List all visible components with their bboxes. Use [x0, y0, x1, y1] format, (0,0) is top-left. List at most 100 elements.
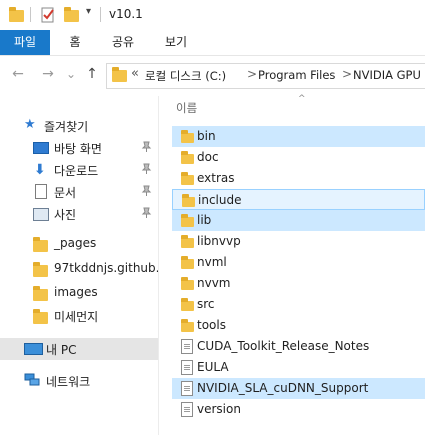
nav-label: 다운로드 — [54, 164, 99, 178]
file-row[interactable]: nvvm — [172, 273, 425, 294]
file-row[interactable]: include — [172, 189, 425, 210]
folder-icon — [181, 130, 194, 143]
nav-label: 즐겨찾기 — [44, 120, 89, 134]
file-name: EULA — [197, 360, 229, 374]
download-icon: ⬇ — [34, 162, 46, 178]
divider — [100, 7, 101, 22]
nav-documents[interactable]: 문서 — [0, 181, 158, 203]
folder-icon — [9, 7, 24, 22]
nav-folder-github-io[interactable]: 97tkddnjs.github.io — [0, 258, 170, 280]
nav-label: 97tkddnjs.github.io — [54, 261, 171, 275]
nav-label: 네트워크 — [46, 375, 91, 389]
ribbon-tabs: 파일 홈 공유 보기 — [0, 30, 425, 56]
nav-desktop[interactable]: 바탕 화면 — [0, 137, 158, 159]
customize-quick-access-icon[interactable]: ▾ — [86, 6, 91, 17]
file-row[interactable]: CUDA_Toolkit_Release_Notes — [172, 336, 425, 357]
crumb-local-disk[interactable]: 로컬 디스크 (C:) — [145, 68, 226, 84]
recent-locations-button[interactable]: ⌄ — [64, 64, 78, 84]
file-name: doc — [197, 150, 219, 164]
folder-icon — [181, 319, 194, 332]
sort-ascending-icon: ^ — [298, 94, 306, 104]
folder-icon — [33, 286, 48, 301]
pin-icon[interactable] — [141, 207, 152, 221]
folder-icon — [181, 277, 194, 290]
file-row[interactable]: lib — [172, 210, 425, 231]
folder-icon — [181, 298, 194, 311]
file-row[interactable]: version — [172, 399, 425, 420]
nav-label: 내 PC — [46, 343, 77, 357]
file-name: libnvvp — [197, 234, 241, 248]
file-row[interactable]: doc — [172, 147, 425, 168]
folder-icon — [181, 172, 194, 185]
crumb-nvidia-gpu[interactable]: NVIDIA GPU C — [353, 68, 425, 82]
tab-view[interactable]: 보기 — [158, 30, 194, 55]
pane-splitter[interactable] — [158, 96, 159, 435]
file-icon — [181, 339, 193, 354]
file-name: bin — [197, 129, 216, 143]
file-row[interactable]: nvml — [172, 252, 425, 273]
pin-icon[interactable] — [141, 185, 152, 199]
column-header-name[interactable]: 이름 — [176, 100, 197, 116]
address-bar[interactable]: « 로컬 디스크 (C:) > Program Files > NVIDIA G… — [106, 63, 425, 89]
tab-file[interactable]: 파일 — [0, 30, 50, 55]
file-name: include — [198, 193, 242, 207]
crumb-program-files[interactable]: Program Files — [258, 68, 335, 82]
document-icon — [35, 184, 47, 199]
nav-label: 사진 — [54, 208, 77, 222]
crumb-separator[interactable]: > — [342, 67, 352, 81]
file-row[interactable]: EULA — [172, 357, 425, 378]
file-name: lib — [197, 213, 212, 227]
nav-network[interactable]: 네트워크 — [0, 370, 158, 392]
folder-icon — [33, 262, 48, 277]
pc-icon — [24, 343, 43, 355]
properties-icon[interactable] — [40, 7, 56, 23]
folder-icon — [33, 237, 48, 252]
nav-label: 바탕 화면 — [54, 142, 102, 156]
file-name: src — [197, 297, 215, 311]
folder-icon — [182, 194, 195, 207]
nav-label: _pages — [54, 236, 97, 250]
file-name: version — [197, 402, 241, 416]
overflow-crumb[interactable]: « — [131, 66, 139, 81]
nav-label: images — [54, 285, 98, 299]
file-name: nvvm — [197, 276, 231, 290]
nav-this-pc[interactable]: 내 PC — [0, 338, 158, 360]
desktop-icon — [33, 142, 49, 154]
folder-icon — [33, 309, 48, 324]
file-name: extras — [197, 171, 235, 185]
pin-icon[interactable] — [141, 141, 152, 155]
back-button[interactable]: ← — [8, 64, 28, 84]
file-row[interactable]: src — [172, 294, 425, 315]
new-folder-icon[interactable] — [64, 7, 79, 22]
navigation-pane: ★ 즐겨찾기 바탕 화면 ⬇ 다운로드 문서 사진 _pages 97tkddn… — [0, 96, 170, 435]
window-title: v10.1 — [109, 7, 143, 21]
divider — [30, 7, 31, 22]
folder-icon — [181, 256, 194, 269]
title-bar: ▾ v10.1 — [0, 0, 425, 30]
file-icon — [181, 381, 193, 396]
tab-share[interactable]: 공유 — [105, 30, 141, 55]
file-row[interactable]: libnvvp — [172, 231, 425, 252]
star-icon: ★ — [24, 117, 36, 132]
pin-icon[interactable] — [141, 163, 152, 177]
file-name: NVIDIA_SLA_cuDNN_Support — [197, 381, 369, 395]
nav-downloads[interactable]: ⬇ 다운로드 — [0, 159, 158, 181]
up-button[interactable]: ↑ — [82, 64, 102, 84]
folder-icon — [112, 67, 127, 82]
file-icon — [181, 360, 193, 375]
file-row[interactable]: extras — [172, 168, 425, 189]
nav-folder-pages[interactable]: _pages — [0, 233, 158, 255]
crumb-separator[interactable]: > — [247, 67, 257, 81]
file-row[interactable]: bin — [172, 126, 425, 147]
file-row[interactable]: tools — [172, 315, 425, 336]
nav-label: 미세먼지 — [54, 310, 99, 324]
file-row[interactable]: NVIDIA_SLA_cuDNN_Support — [172, 378, 425, 399]
nav-label: 문서 — [54, 186, 77, 200]
nav-folder-images[interactable]: images — [0, 282, 158, 304]
nav-quick-access[interactable]: ★ 즐겨찾기 — [0, 115, 158, 137]
nav-pictures[interactable]: 사진 — [0, 203, 158, 225]
nav-folder-dust[interactable]: 미세먼지 — [0, 305, 158, 327]
forward-button[interactable]: → — [38, 64, 58, 84]
tab-home[interactable]: 홈 — [60, 30, 90, 55]
network-icon — [24, 373, 40, 390]
